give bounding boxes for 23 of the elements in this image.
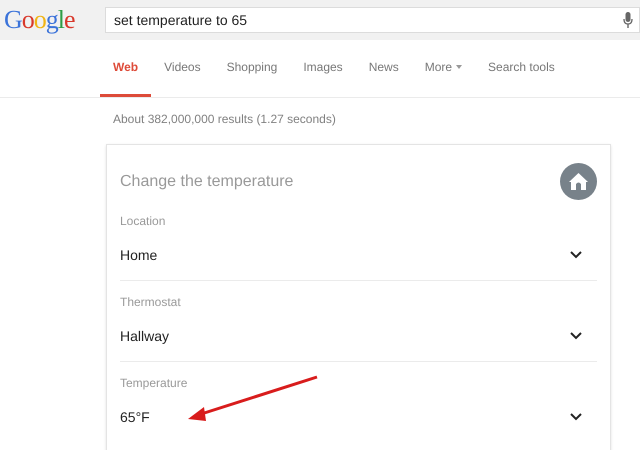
dropdown-field[interactable]: Hallway — [120, 311, 597, 361]
result-stats: About 382,000,000 results (1.27 seconds) — [112, 111, 337, 128]
caret-icon — [456, 65, 462, 69]
search-tab[interactable]: Videos — [151, 40, 214, 97]
field-label: Temperature — [120, 375, 188, 392]
chevron-down-icon — [570, 332, 582, 340]
dropdown-field[interactable]: 65°F — [120, 392, 597, 442]
chevron-down-icon — [570, 251, 582, 259]
search-tab[interactable]: Search tools — [475, 40, 568, 97]
dropdown-field[interactable]: Home — [120, 230, 597, 280]
home-icon[interactable] — [560, 163, 597, 200]
search-tab[interactable]: Web — [100, 40, 152, 97]
card-title: Change the temperature — [120, 172, 294, 192]
search-tab[interactable]: Shopping — [214, 40, 290, 97]
chevron-down-icon — [570, 413, 582, 421]
search-tab[interactable]: More — [412, 40, 476, 97]
microphone-icon[interactable] — [623, 12, 633, 28]
logo[interactable]: Google — [0, 7, 105, 33]
field-label: Thermostat — [120, 294, 182, 311]
search-tab[interactable]: News — [356, 40, 412, 97]
field-label: Location — [120, 213, 166, 230]
search-tab[interactable]: Images — [290, 40, 356, 97]
search-field[interactable]: set temperature to 65 — [105, 7, 640, 33]
